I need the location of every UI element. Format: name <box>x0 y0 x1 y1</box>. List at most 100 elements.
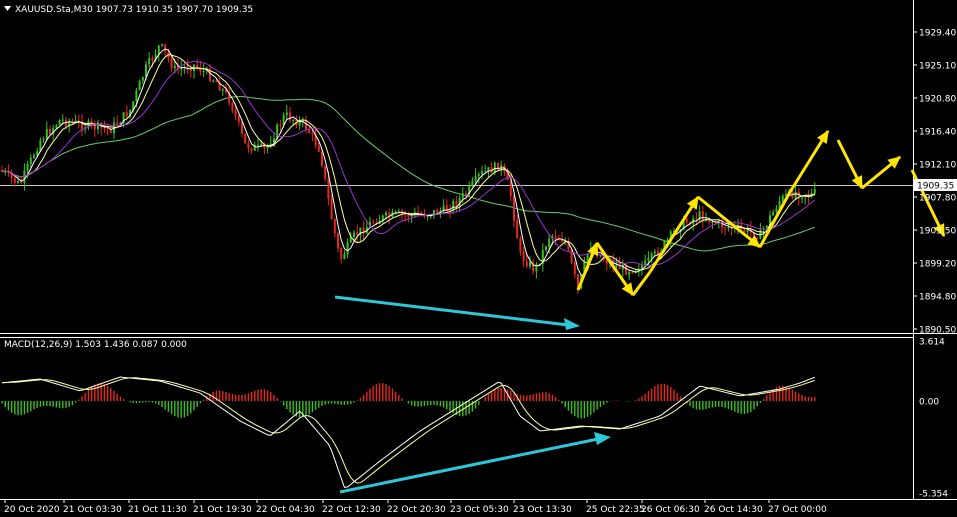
candle-body <box>321 151 323 166</box>
candle-body <box>161 44 163 46</box>
candle-body <box>516 220 519 239</box>
candle-body <box>727 227 730 229</box>
candle-body <box>631 271 634 273</box>
price-tick-label: 1903.50 <box>919 227 956 237</box>
candle-body <box>477 174 480 176</box>
time-tick-label: 20 Oct 2020 <box>4 505 60 515</box>
candle-body <box>244 133 247 144</box>
candle-body <box>196 64 199 68</box>
time-tick-label: 25 Oct 22:35 <box>586 505 645 515</box>
macd-tick-label: 0.00 <box>919 398 939 408</box>
price-tick-label: 1929.40 <box>919 29 956 39</box>
candlesticks <box>1 43 816 294</box>
candle-body <box>327 178 330 199</box>
candle-body <box>461 193 464 199</box>
time-tick-label: 21 Oct 03:30 <box>63 505 122 515</box>
candle-body <box>151 58 154 61</box>
candle-body <box>17 180 19 183</box>
candle-body <box>250 148 253 151</box>
price-tick-label: 1907.80 <box>919 194 956 204</box>
candle-body <box>653 251 656 254</box>
time-tick-label: 21 Oct 11:30 <box>128 505 187 515</box>
candle-body <box>116 122 119 125</box>
trading-chart[interactable]: XAUUSD.Sta,M30 1907.73 1910.35 1907.70 1… <box>0 0 957 517</box>
price-tick-label: 1894.80 <box>919 293 956 303</box>
candle-body <box>647 257 650 261</box>
candle-body <box>743 229 746 233</box>
price-divergence-arrow <box>334 295 580 330</box>
candle-body <box>481 171 483 175</box>
candle-body <box>340 248 343 259</box>
candle-body <box>497 162 499 171</box>
candle-body <box>231 103 234 111</box>
candle-body <box>29 157 32 165</box>
candle-body <box>385 212 387 216</box>
forecast-zigzag-arrows <box>576 129 946 296</box>
ma-fast-line <box>2 48 816 276</box>
time-tick-label: 26 Oct 06:30 <box>641 505 700 515</box>
forecast-segment <box>631 271 652 296</box>
candle-body <box>519 238 522 252</box>
macd-histogram <box>1 383 816 419</box>
macd-axis-ticks: 3.614 0.00 -5.354 <box>919 338 948 500</box>
macd-tick-label: -5.354 <box>919 490 948 500</box>
candle-body <box>724 227 727 229</box>
candle-body <box>257 144 259 146</box>
candle-body <box>343 254 346 259</box>
candle-body <box>125 112 128 117</box>
candle-body <box>135 90 138 102</box>
candle-body <box>529 261 531 267</box>
current-price-label: 1909.35 <box>917 182 954 192</box>
candle-body <box>170 58 173 69</box>
candle-body <box>148 58 151 65</box>
chart-header[interactable]: XAUUSD.Sta,M30 1907.73 1910.35 1907.70 1… <box>4 5 253 15</box>
candle-body <box>49 128 51 134</box>
candle-body <box>330 198 333 220</box>
candle-body <box>55 125 58 128</box>
candle-body <box>813 189 816 193</box>
candle-body <box>61 119 64 121</box>
candle-body <box>548 238 551 247</box>
macd-divergence-arrow <box>339 432 611 494</box>
candle-body <box>317 145 320 152</box>
candle-body <box>615 264 618 267</box>
candle-body <box>404 214 407 216</box>
candle-body <box>221 89 224 91</box>
candle-body <box>711 221 714 223</box>
candle-body <box>138 80 141 91</box>
candle-body <box>756 237 759 240</box>
time-tick-label: 22 Oct 20:30 <box>387 505 446 515</box>
candle-body <box>202 70 205 72</box>
candle-body <box>666 239 669 241</box>
candle-body <box>573 262 576 275</box>
candle-body <box>292 119 295 121</box>
price-tick-label: 1920.80 <box>919 95 956 105</box>
forecast-segment <box>648 196 700 273</box>
macd-signal-line <box>1 377 815 484</box>
candle-body <box>525 261 528 267</box>
candle-body <box>397 211 400 213</box>
time-axis-ticks: 20 Oct 2020 21 Oct 03:30 21 Oct 11:30 21 Oc… <box>4 499 827 515</box>
candle-body <box>212 80 215 82</box>
candle-body <box>289 112 291 121</box>
candle-body <box>36 151 39 156</box>
candle-body <box>241 122 243 134</box>
candle-body <box>103 127 106 129</box>
candle-body <box>471 181 474 186</box>
candle-body <box>455 201 458 206</box>
candle-body <box>141 77 144 81</box>
candle-body <box>794 191 797 198</box>
current-price-tag: 1909.35 <box>914 179 957 192</box>
price-tick-label: 1899.20 <box>919 260 956 270</box>
forecast-arrowhead <box>851 175 863 190</box>
candle-body <box>234 110 237 116</box>
candle-body <box>554 236 557 240</box>
candle-body <box>26 164 29 171</box>
time-tick-label: 26 Oct 14:30 <box>704 505 763 515</box>
candle-body <box>701 211 704 221</box>
candle-body <box>279 124 282 126</box>
candle-body <box>164 44 167 52</box>
candle-body <box>522 251 525 262</box>
dropdown-triangle-icon[interactable] <box>4 6 11 11</box>
candle-body <box>285 112 288 116</box>
